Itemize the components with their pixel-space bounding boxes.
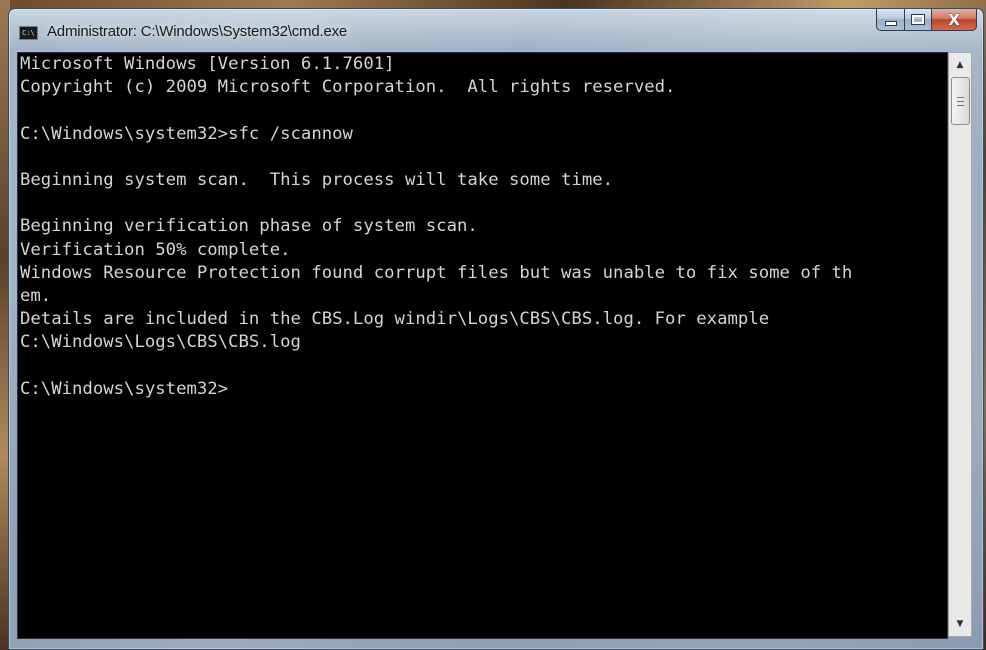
console-line: C:\Windows\Logs\CBS\CBS.log <box>20 332 301 353</box>
console-line: em. <box>20 285 52 306</box>
arrow-down-icon: ▼ <box>956 619 964 629</box>
caption-buttons: X <box>876 9 977 33</box>
arrow-up-icon: ▲ <box>956 60 964 70</box>
console-line: Windows Resource Protection found corrup… <box>20 262 853 283</box>
grip-icon <box>957 96 964 106</box>
console-line: Beginning verification phase of system s… <box>20 216 478 237</box>
console-line: Details are included in the CBS.Log wind… <box>20 309 770 330</box>
console-line: Microsoft Windows [Version 6.1.7601] <box>20 54 395 74</box>
minimize-icon <box>884 21 897 26</box>
close-icon: X <box>948 10 960 29</box>
maximize-icon <box>911 14 925 25</box>
console-line: Verification 50% complete. <box>20 239 291 260</box>
vertical-scrollbar[interactable]: ▲ ▼ <box>948 52 972 637</box>
console-output[interactable]: Microsoft Windows [Version 6.1.7601] Copy… <box>17 52 948 639</box>
console-line: C:\Windows\system32> <box>20 378 229 399</box>
cmd-icon[interactable]: C:\ <box>19 26 38 40</box>
console-line: C:\Windows\system32>sfc /scannow <box>20 123 353 144</box>
window-title: Administrator: C:\Windows\System32\cmd.e… <box>47 23 348 40</box>
console-line: Copyright (c) 2009 Microsoft Corporation… <box>20 77 676 98</box>
maximize-button[interactable] <box>904 9 931 31</box>
scroll-thumb[interactable] <box>951 77 970 125</box>
console-line: Beginning system scan. This process will… <box>20 169 614 190</box>
minimize-button[interactable] <box>876 9 904 31</box>
title-bar[interactable]: C:\ Administrator: C:\Windows\System32\c… <box>9 9 983 51</box>
close-button[interactable]: X <box>931 9 977 31</box>
scroll-up-button[interactable]: ▲ <box>949 55 971 75</box>
cmd-window: C:\ Administrator: C:\Windows\System32\c… <box>8 8 984 650</box>
scroll-down-button[interactable]: ▼ <box>949 614 971 634</box>
